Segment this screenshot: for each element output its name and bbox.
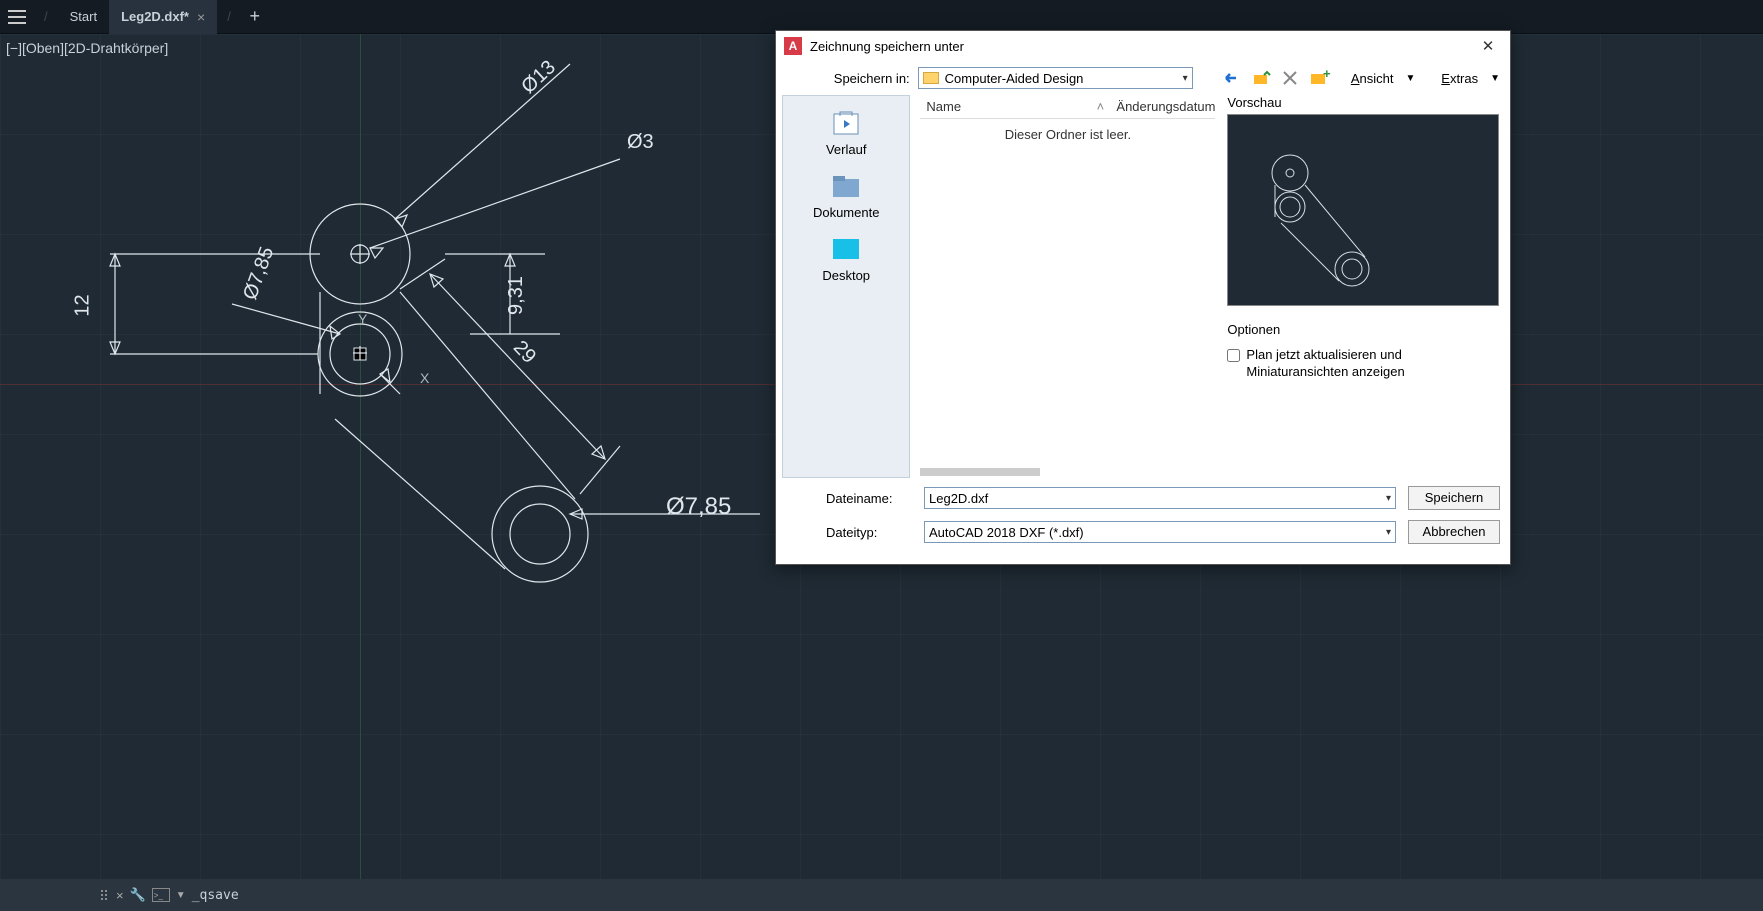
dim-d3: Ø3 xyxy=(627,131,654,154)
command-prompt-icon[interactable]: >_ xyxy=(152,888,170,902)
horizontal-scrollbar[interactable] xyxy=(920,468,1040,476)
place-desktop-label: Desktop xyxy=(822,268,870,283)
preview-box xyxy=(1227,114,1499,306)
tab-separator-2: / xyxy=(217,9,241,24)
options-label: Optionen xyxy=(1227,322,1500,337)
place-history-label: Verlauf xyxy=(826,142,866,157)
history-icon xyxy=(830,110,862,138)
dialog-title: Zeichnung speichern unter xyxy=(810,39,1474,54)
place-desktop[interactable]: Desktop xyxy=(783,230,909,289)
save-button[interactable]: Speichern xyxy=(1408,486,1500,510)
dim-12: 12 xyxy=(72,294,95,316)
close-icon[interactable]: × xyxy=(116,888,124,903)
file-list[interactable]: Name ˄ Änderungsdatum Dieser Ordner ist … xyxy=(920,95,1215,478)
chevron-down-icon: ▾ xyxy=(1386,493,1391,504)
filename-label: Dateiname: xyxy=(786,491,912,506)
tab-start-label: Start xyxy=(70,9,97,24)
chevron-down-icon[interactable]: ▼ xyxy=(176,890,186,901)
col-date[interactable]: Änderungsdatum xyxy=(1110,99,1215,114)
tab-separator: / xyxy=(34,9,58,24)
status-bar: × 🔧 >_ ▼ _qsave xyxy=(0,879,1763,911)
places-bar: Verlauf Dokumente Desktop xyxy=(782,95,910,478)
app-icon: A xyxy=(784,37,802,55)
documents-icon xyxy=(830,173,862,201)
nav-up-button[interactable] xyxy=(1250,67,1272,89)
tab-active-label: Leg2D.dxf* xyxy=(121,9,189,24)
preview-label: Vorschau xyxy=(1227,95,1500,110)
update-thumbnails-label: Plan jetzt aktualisieren und Miniaturans… xyxy=(1246,347,1406,381)
save-dialog: A Zeichnung speichern unter ✕ Speichern … xyxy=(775,30,1511,565)
folder-icon xyxy=(923,72,939,84)
folder-name: Computer-Aided Design xyxy=(945,71,1084,86)
new-tab-button[interactable]: + xyxy=(241,6,269,27)
cancel-button[interactable]: Abbrechen xyxy=(1408,520,1500,544)
col-name[interactable]: Name xyxy=(920,99,1090,114)
svg-text:+: + xyxy=(1323,66,1331,81)
dialog-close-button[interactable]: ✕ xyxy=(1474,37,1502,55)
empty-folder-text: Dieser Ordner ist leer. xyxy=(920,119,1215,142)
grip-icon[interactable] xyxy=(100,888,110,902)
view-menu[interactable]: AAnsichtnsicht xyxy=(1347,71,1398,86)
app-menu-button[interactable] xyxy=(0,0,34,34)
sort-indicator-icon[interactable]: ˄ xyxy=(1090,99,1110,114)
tab-close-icon[interactable]: × xyxy=(197,9,205,25)
filename-input[interactable]: Leg2D.dxf ▾ xyxy=(924,487,1396,509)
wrench-icon[interactable]: 🔧 xyxy=(130,887,146,903)
desktop-icon xyxy=(830,236,862,264)
cad-drawing xyxy=(0,34,800,734)
new-folder-button[interactable]: + xyxy=(1309,67,1331,89)
file-list-header: Name ˄ Änderungsdatum xyxy=(920,95,1215,119)
filetype-value: AutoCAD 2018 DXF (*.dxf) xyxy=(929,525,1084,540)
place-documents-label: Dokumente xyxy=(813,205,879,220)
update-thumbnails-checkbox[interactable] xyxy=(1227,349,1240,362)
dim-d785b: Ø7,85 xyxy=(666,493,731,521)
dim-931: 9,31 xyxy=(505,276,528,315)
folder-combo[interactable]: Computer-Aided Design ▾ xyxy=(918,67,1193,89)
tab-start[interactable]: Start xyxy=(58,0,109,34)
save-in-label: Speichern in: xyxy=(786,71,910,86)
delete-button[interactable] xyxy=(1280,67,1302,89)
chevron-down-icon: ▾ xyxy=(1386,527,1391,538)
axis-y-label: Y xyxy=(358,311,367,327)
tab-active[interactable]: Leg2D.dxf* × xyxy=(109,0,217,34)
extras-menu[interactable]: Extras xyxy=(1437,71,1482,86)
filename-value: Leg2D.dxf xyxy=(929,491,988,506)
filetype-label: Dateityp: xyxy=(786,525,912,540)
chevron-down-icon: ▾ xyxy=(1183,73,1188,84)
place-documents[interactable]: Dokumente xyxy=(783,167,909,226)
nav-back-button[interactable] xyxy=(1220,67,1242,89)
place-history[interactable]: Verlauf xyxy=(783,104,909,163)
command-text[interactable]: _qsave xyxy=(192,888,239,903)
view-label[interactable]: [−][Oben][2D-Drahtkörper] xyxy=(6,40,168,56)
preview-drawing xyxy=(1228,115,1500,307)
axis-x-label: X xyxy=(420,370,429,386)
filetype-combo[interactable]: AutoCAD 2018 DXF (*.dxf) ▾ xyxy=(924,521,1396,543)
